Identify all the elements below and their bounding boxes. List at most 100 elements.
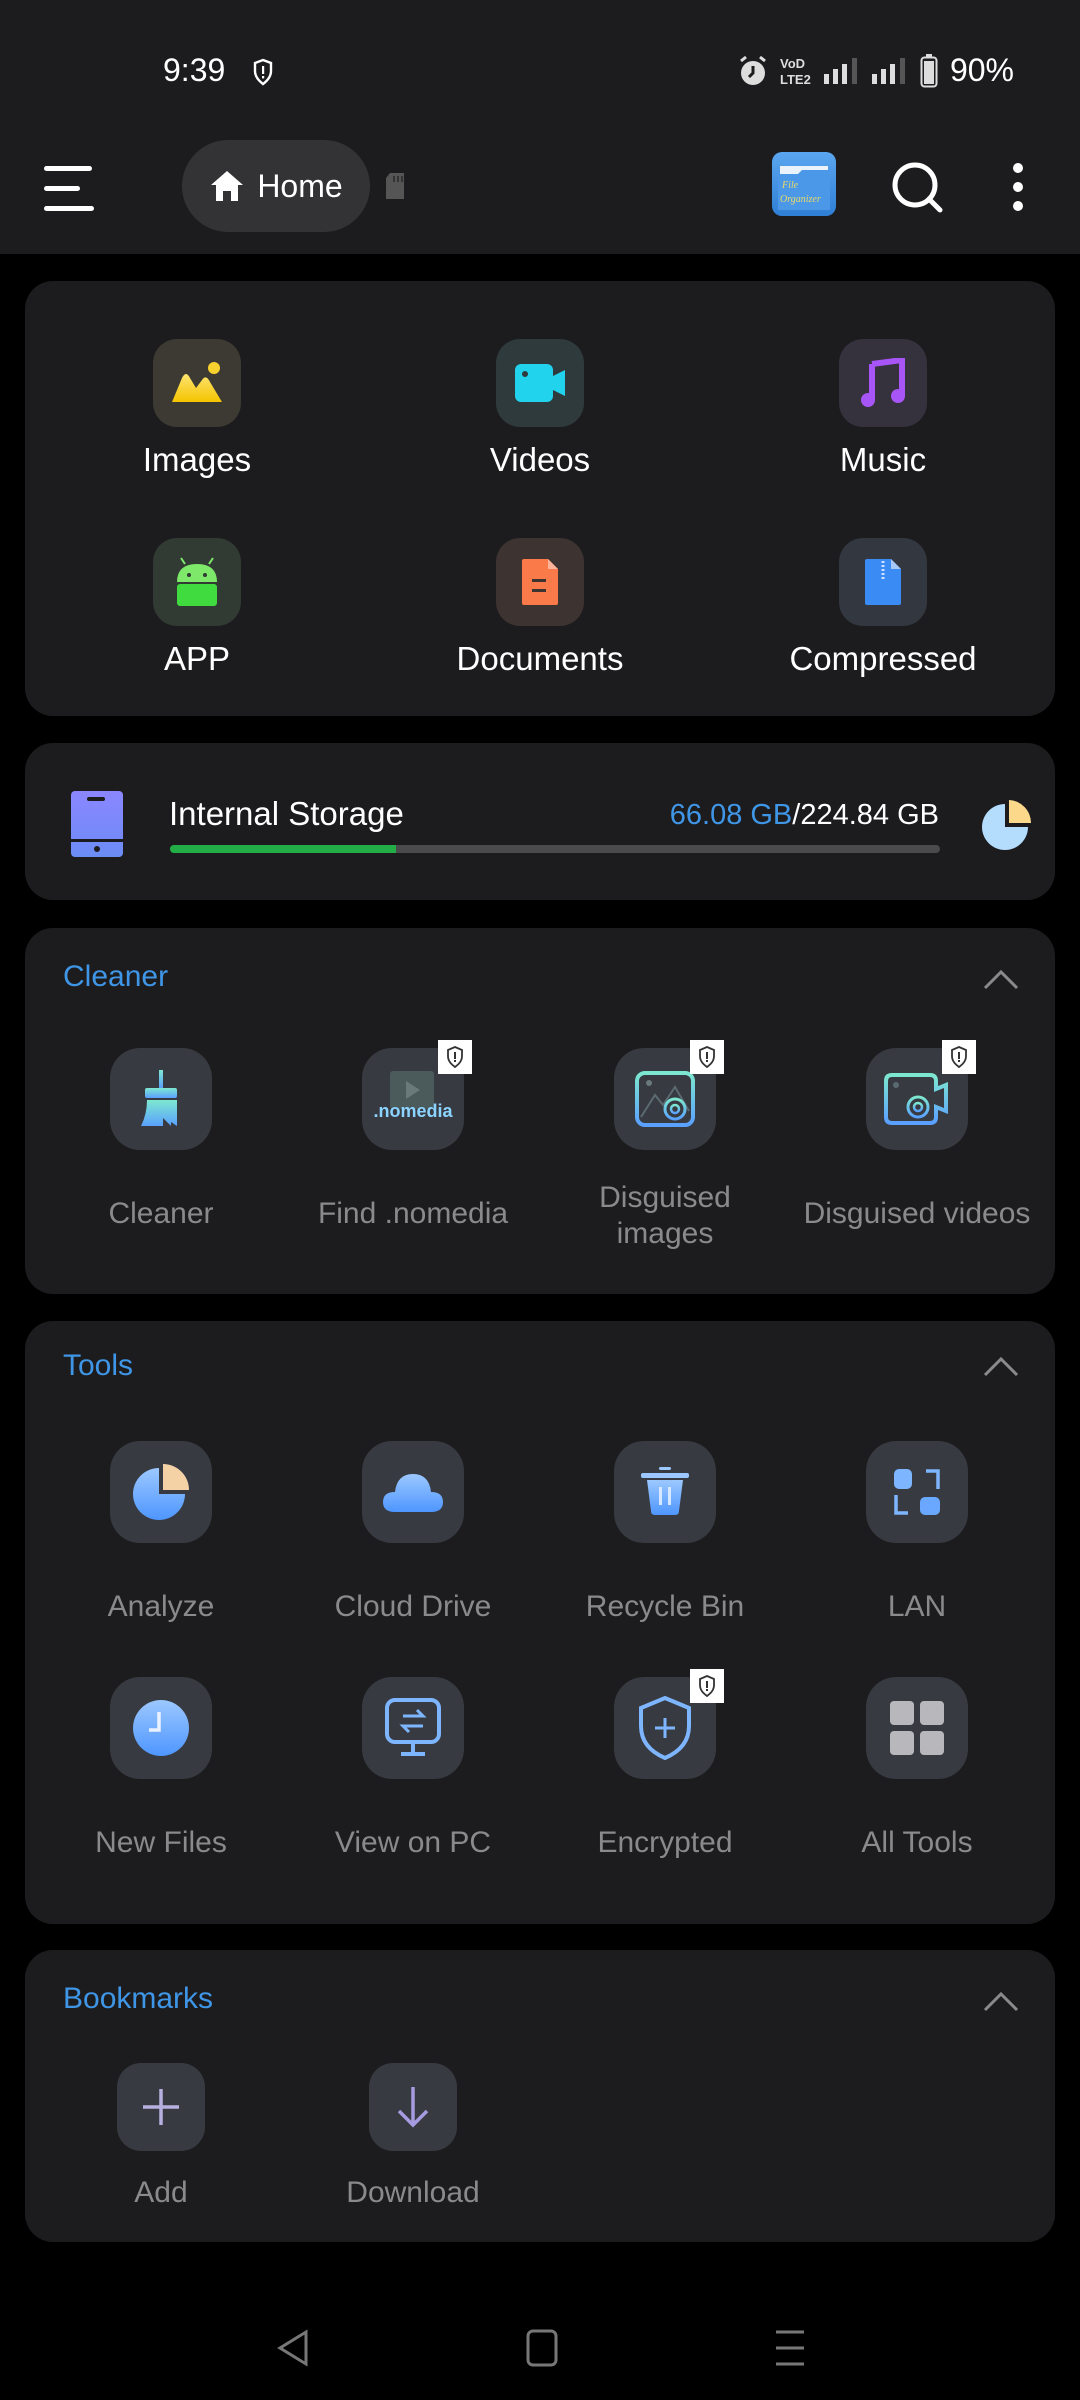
menu-icon <box>44 166 92 171</box>
tool-label: LAN <box>887 1590 947 1623</box>
trash-icon <box>641 1467 689 1515</box>
category-label: Videos <box>489 441 591 478</box>
battery-icon <box>920 53 938 87</box>
clock-icon <box>133 1700 189 1756</box>
chevron-up-icon[interactable] <box>983 1990 1019 2014</box>
tool-analyze[interactable]: Analyze <box>35 1441 287 1625</box>
tool-tile <box>110 1441 212 1543</box>
phone-icon <box>71 791 123 857</box>
shield-plus-icon <box>639 1696 691 1760</box>
grid-icon <box>890 1701 944 1755</box>
tool-label: Analyze <box>107 1590 215 1623</box>
category-tile <box>839 538 927 626</box>
download-arrow-icon <box>397 2087 429 2128</box>
tools-card: Tools Analyze Cloud Drive Recycle Bin LA… <box>25 1321 1055 1924</box>
tool-label: Cleaner <box>108 1197 214 1230</box>
category-tile <box>153 538 241 626</box>
tool-recycle-bin[interactable]: Recycle Bin <box>539 1441 791 1625</box>
app-bar: Home File Organizer <box>0 140 1080 254</box>
shield-alert-icon <box>699 1046 715 1068</box>
svg-text:VoD: VoD <box>780 56 805 71</box>
home-square-icon[interactable] <box>525 2328 559 2368</box>
tool-tile <box>866 1441 968 1543</box>
tool-cloud-drive[interactable]: Cloud Drive <box>287 1441 539 1625</box>
chevron-up-icon[interactable] <box>983 1355 1019 1379</box>
tool-tile <box>110 1677 212 1779</box>
cleaner-item-find-nomedia[interactable]: .nomedia Find .nomedia <box>287 1040 539 1232</box>
tool-tile <box>866 1677 968 1779</box>
tool-new-files[interactable]: New Files <box>35 1677 287 1861</box>
search-icon[interactable] <box>890 160 946 216</box>
category-tile <box>153 339 241 427</box>
chevron-up-icon[interactable] <box>983 968 1019 992</box>
menu-button[interactable] <box>44 166 98 216</box>
back-icon[interactable] <box>276 2328 310 2368</box>
category-compressed[interactable]: Compressed <box>711 538 1055 678</box>
cleaner-item-cleaner[interactable]: Cleaner <box>35 1048 287 1232</box>
category-tile <box>496 538 584 626</box>
cloud-icon <box>383 1474 443 1512</box>
storage-progress-bar <box>170 845 940 853</box>
tool-tile <box>866 1040 976 1150</box>
category-app[interactable]: APP <box>25 538 369 678</box>
lan-icon <box>894 1469 940 1515</box>
tool-encrypted[interactable]: Encrypted <box>539 1669 791 1861</box>
breadcrumb-home[interactable]: Home <box>182 140 370 232</box>
bookmark-add[interactable]: Add <box>35 2063 287 2211</box>
battery-percent: 90% <box>949 52 1014 88</box>
tool-lan[interactable]: LAN <box>791 1441 1043 1625</box>
nomedia-icon: .nomedia <box>373 1071 453 1121</box>
storage-used: 66.08 GB <box>669 799 793 831</box>
cleaner-item-disguised-videos[interactable]: Disguised videos <box>791 1040 1043 1232</box>
app-logo[interactable]: File Organizer <box>772 152 836 216</box>
category-music[interactable]: Music <box>711 339 1055 479</box>
tool-label: View on PC <box>334 1826 492 1859</box>
tool-label: All Tools <box>861 1826 973 1859</box>
categories-card: Images Videos Music APP Documents Compre… <box>25 281 1055 716</box>
signal-icon <box>823 57 857 84</box>
category-documents[interactable]: Documents <box>368 538 712 678</box>
recents-icon[interactable] <box>772 2328 808 2368</box>
broom-icon <box>141 1070 177 1126</box>
storage-pie-icon[interactable] <box>981 799 1031 851</box>
storage-total: 224.84 GB <box>800 799 939 831</box>
cleaner-section-title: Cleaner <box>63 960 169 993</box>
cleaner-item-disguised-images[interactable]: Disguised images <box>539 1040 791 1252</box>
bookmark-download[interactable]: Download <box>287 2063 539 2211</box>
badge-shield <box>438 1040 472 1074</box>
breadcrumb-home-label: Home <box>257 167 343 204</box>
internal-storage-card[interactable]: Internal Storage 66.08 GB/224.84 GB <box>25 743 1055 900</box>
tool-label: New Files <box>95 1826 227 1859</box>
menu-icon-line <box>44 186 80 191</box>
storage-usage: 66.08 GB/224.84 GB <box>670 799 939 832</box>
folder-logo-icon: File Organizer <box>778 166 830 210</box>
menu-icon-line <box>44 206 94 211</box>
badge-shield <box>942 1040 976 1074</box>
svg-text:Organizer: Organizer <box>780 194 821 205</box>
bookmarks-card: Bookmarks Add Download <box>25 1950 1055 2242</box>
category-tile <box>496 339 584 427</box>
tool-label: Recycle Bin <box>585 1590 745 1623</box>
tool-all-tools[interactable]: All Tools <box>791 1677 1043 1861</box>
tool-label: Disguised images <box>599 1181 731 1250</box>
video-camera-icon <box>515 364 565 402</box>
tool-label: Cloud Drive <box>334 1590 492 1623</box>
category-images[interactable]: Images <box>25 339 369 479</box>
storage-title: Internal Storage <box>169 795 404 832</box>
tool-label: Add <box>134 2176 188 2209</box>
tool-label: Disguised videos <box>803 1197 1031 1230</box>
category-videos[interactable]: Videos <box>368 339 712 479</box>
category-tile <box>839 339 927 427</box>
status-bar: 9:39 VoD LTE2 90% <box>0 0 1080 140</box>
tool-view-on-pc[interactable]: View on PC <box>287 1677 539 1861</box>
svg-text:.nomedia: .nomedia <box>373 1101 453 1121</box>
category-label: Music <box>839 441 927 478</box>
more-options-icon[interactable] <box>1006 162 1030 212</box>
badge-shield <box>690 1669 724 1703</box>
category-label: APP <box>163 640 231 677</box>
cleaner-card: Cleaner Cleaner .nomedia Find .nomedia D… <box>25 928 1055 1294</box>
category-label: Compressed <box>789 640 977 677</box>
zip-file-icon <box>865 559 901 605</box>
disguised-video-icon <box>884 1073 948 1125</box>
sd-card-icon[interactable] <box>384 172 406 200</box>
